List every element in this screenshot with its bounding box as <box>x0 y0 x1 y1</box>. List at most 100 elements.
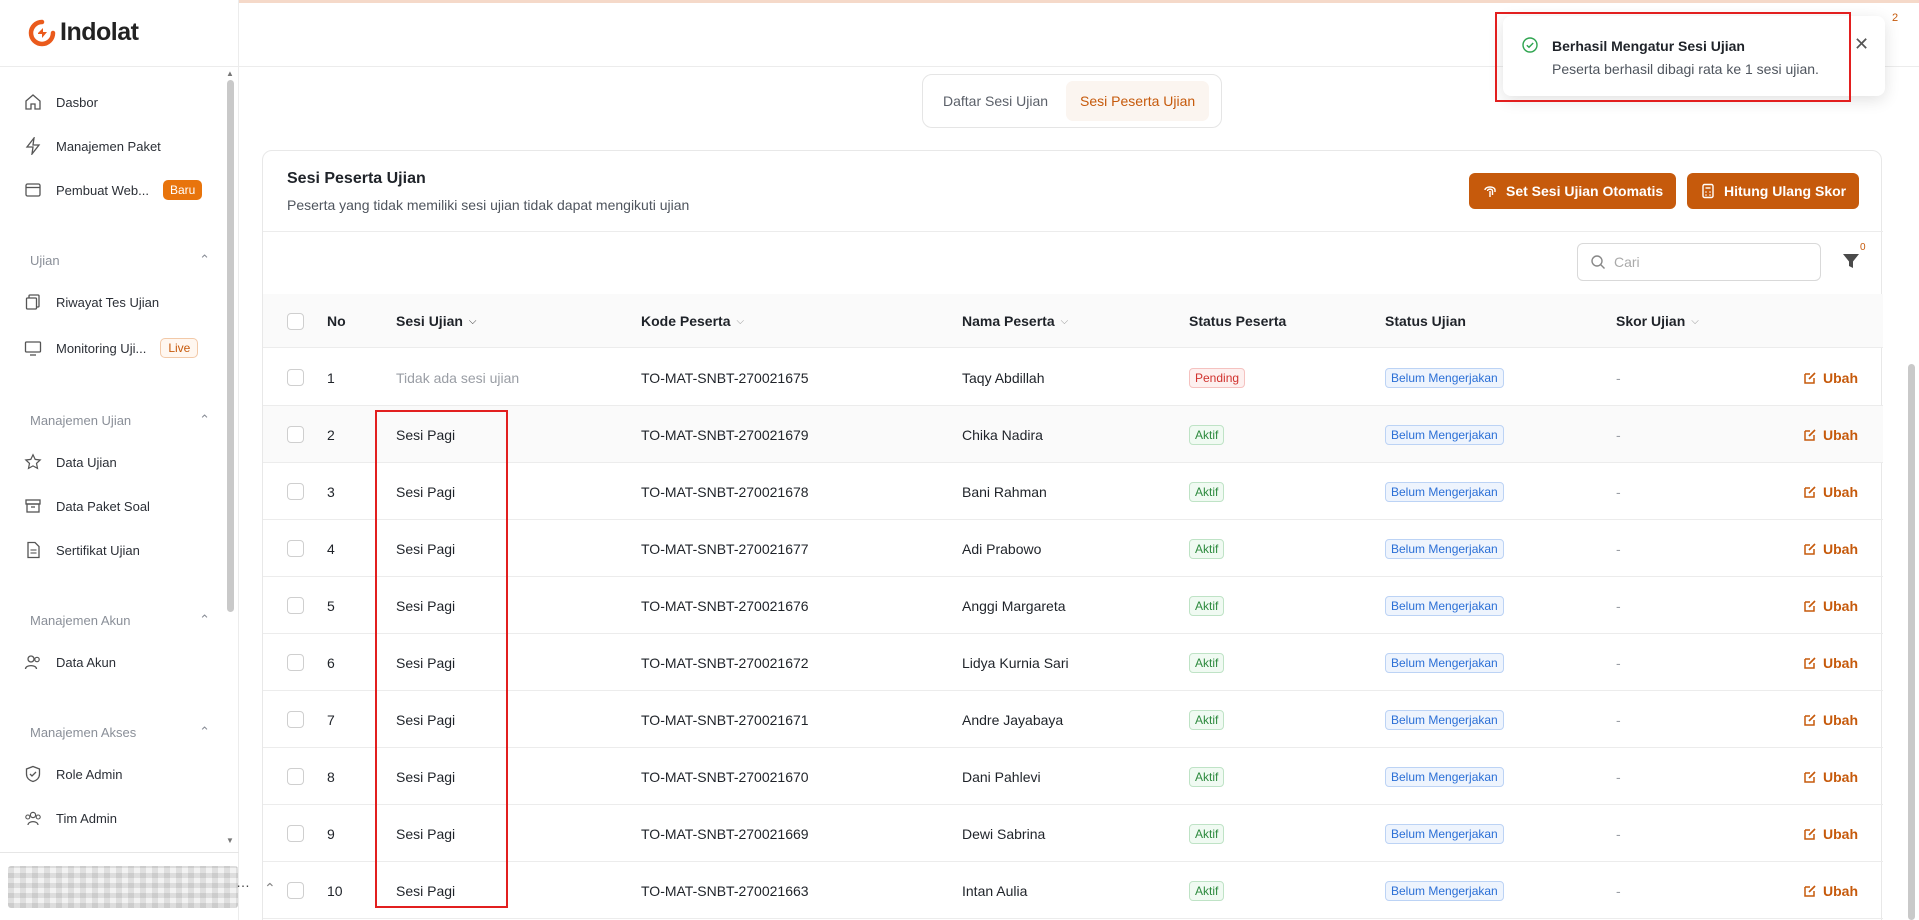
row-checkbox[interactable] <box>287 520 304 577</box>
users-icon <box>24 655 40 670</box>
edit-button[interactable]: Ubah <box>1803 805 1858 862</box>
col-sesi-ujian[interactable]: Sesi Ujian ⌵ <box>396 294 477 348</box>
cell-session: Tidak ada sesi ujian <box>396 369 520 386</box>
close-icon[interactable]: ✕ <box>1854 34 1869 55</box>
sidebar-item-label: Monitoring Uji... <box>56 340 147 356</box>
row-checkbox[interactable] <box>287 805 304 862</box>
status-badge: Aktif <box>1189 538 1225 559</box>
scroll-down-arrow-icon[interactable]: ▼ <box>226 836 234 845</box>
select-all-checkbox[interactable] <box>287 294 304 348</box>
group-title: Manajemen Akses <box>30 724 137 740</box>
cell-name: Bani Rahman <box>962 483 1047 500</box>
group-title: Manajemen Akun <box>30 612 131 628</box>
edit-icon <box>1804 827 1816 840</box>
row-checkbox[interactable] <box>287 748 304 805</box>
cell-name: Taqy Abdillah <box>962 369 1045 386</box>
edit-label: Ubah <box>1823 369 1858 386</box>
row-checkbox[interactable] <box>287 577 304 634</box>
cell-code: TO-MAT-SNBT-270021678 <box>641 483 809 500</box>
sidebar-item-manajemen-paket[interactable]: Manajemen Paket <box>24 134 161 158</box>
edit-button[interactable]: Ubah <box>1803 691 1858 748</box>
tab-daftar-sesi-ujian[interactable]: Daftar Sesi Ujian <box>929 81 1062 121</box>
sidebar-item-data-ujian[interactable]: Data Ujian <box>24 450 117 474</box>
edit-button[interactable]: Ubah <box>1803 349 1858 406</box>
row-checkbox[interactable] <box>287 349 304 406</box>
sidebar-item-label: Sertifikat Ujian <box>56 542 140 558</box>
exam-status-badge: Belum Mengerjakan <box>1385 424 1504 445</box>
fingerprint-icon <box>1484 186 1496 197</box>
sidebar-group-ujian[interactable]: Ujian ⌃ <box>30 252 210 268</box>
cell-no: 9 <box>327 825 335 842</box>
tab-sesi-peserta-ujian[interactable]: Sesi Peserta Ujian <box>1066 81 1210 121</box>
edit-button[interactable]: Ubah <box>1803 520 1858 577</box>
table-row: 1 Tidak ada sesi ujian TO-MAT-SNBT-2700216… <box>263 349 1883 406</box>
edit-button[interactable]: Ubah <box>1803 862 1858 919</box>
avatar[interactable] <box>8 866 238 908</box>
edit-button[interactable]: Ubah <box>1803 577 1858 634</box>
chevron-up-icon: ⌃ <box>199 724 210 739</box>
cell-code: TO-MAT-SNBT-270021669 <box>641 825 809 842</box>
sidebar-item-dasbor[interactable]: Dasbor <box>24 90 98 114</box>
chevron-up-icon[interactable]: ⌃ <box>264 880 276 897</box>
home-icon <box>25 94 41 110</box>
row-checkbox[interactable] <box>287 406 304 463</box>
cell-score: - <box>1616 768 1621 785</box>
col-kode-peserta[interactable]: Kode Peserta ⌵ <box>641 294 744 348</box>
row-checkbox[interactable] <box>287 862 304 919</box>
sidebar-item-role-admin[interactable]: Role Admin <box>24 762 122 786</box>
cell-participant-status: Aktif <box>1189 805 1225 862</box>
sidebar-scrollbar[interactable] <box>227 80 234 612</box>
chevron-down-icon: ⌵ <box>1060 315 1069 327</box>
cell-exam-status: Belum Mengerjakan <box>1385 406 1504 463</box>
cell-name: Adi Prabowo <box>962 540 1042 557</box>
button-label: Hitung Ulang Skor <box>1724 183 1847 199</box>
sidebar-group-manajemen-akun[interactable]: Manajemen Akun ⌃ <box>30 612 210 628</box>
row-checkbox[interactable] <box>287 463 304 520</box>
sidebar-item-monitoring[interactable]: Monitoring Uji... Live <box>24 336 199 360</box>
sidebar-item-label: Data Paket Soal <box>56 498 150 514</box>
search-input[interactable] <box>1614 254 1804 270</box>
sidebar-item-sertifikat[interactable]: Sertifikat Ujian <box>24 538 140 562</box>
edit-icon <box>1804 599 1816 612</box>
edit-button[interactable]: Ubah <box>1803 634 1858 691</box>
cell-exam-status: Belum Mengerjakan <box>1385 862 1504 919</box>
col-status-peserta: Status Peserta <box>1189 313 1287 329</box>
logo[interactable]: Indolat <box>28 18 139 47</box>
search-box[interactable] <box>1577 243 1821 281</box>
group-title: Manajemen Ujian <box>30 412 132 428</box>
sidebar-item-data-paket-soal[interactable]: Data Paket Soal <box>24 494 150 518</box>
filter-icon[interactable] <box>1841 251 1861 271</box>
sidebar-item-tim-admin[interactable]: Tim Admin <box>24 806 117 830</box>
edit-label: Ubah <box>1823 597 1858 614</box>
cell-participant-status: Pending <box>1189 349 1246 406</box>
col-skor-ujian[interactable]: Skor Ujian ⌵ <box>1616 294 1699 348</box>
edit-button[interactable]: Ubah <box>1803 748 1858 805</box>
cell-exam-status: Belum Mengerjakan <box>1385 634 1504 691</box>
sidebar-item-data-akun[interactable]: Data Akun <box>24 650 116 674</box>
exam-status-badge: Belum Mengerjakan <box>1385 652 1504 673</box>
recount-score-button[interactable]: Hitung Ulang Skor <box>1687 173 1860 209</box>
cell-score: - <box>1616 540 1621 557</box>
cell-participant-status: Aktif <box>1189 691 1225 748</box>
scroll-up-arrow-icon[interactable]: ▲ <box>226 69 234 78</box>
edit-icon <box>1804 371 1816 384</box>
status-badge: Aktif <box>1189 424 1225 445</box>
sidebar-group-manajemen-akses[interactable]: Manajemen Akses ⌃ <box>30 724 210 740</box>
cell-no: 2 <box>327 426 335 443</box>
edit-button[interactable]: Ubah <box>1803 406 1858 463</box>
status-badge: Aktif <box>1189 880 1225 901</box>
edit-button[interactable]: Ubah <box>1803 463 1858 520</box>
col-no: No <box>327 313 346 329</box>
main-scrollbar[interactable] <box>1908 364 1915 920</box>
sidebar-group-manajemen-ujian[interactable]: Manajemen Ujian ⌃ <box>30 412 210 428</box>
row-checkbox[interactable] <box>287 634 304 691</box>
row-checkbox[interactable] <box>287 691 304 748</box>
cell-name: Anggi Margareta <box>962 597 1066 614</box>
cell-score: - <box>1616 882 1621 899</box>
set-auto-session-button[interactable]: Set Sesi Ujian Otomatis <box>1469 173 1677 209</box>
sidebar-item-pembuat-web[interactable]: Pembuat Web... Baru <box>24 178 203 202</box>
sidebar-item-riwayat[interactable]: Riwayat Tes Ujian <box>24 290 159 314</box>
col-nama-peserta[interactable]: Nama Peserta ⌵ <box>962 294 1068 348</box>
more-icon[interactable]: … <box>236 874 250 890</box>
cell-participant-status: Aktif <box>1189 634 1225 691</box>
